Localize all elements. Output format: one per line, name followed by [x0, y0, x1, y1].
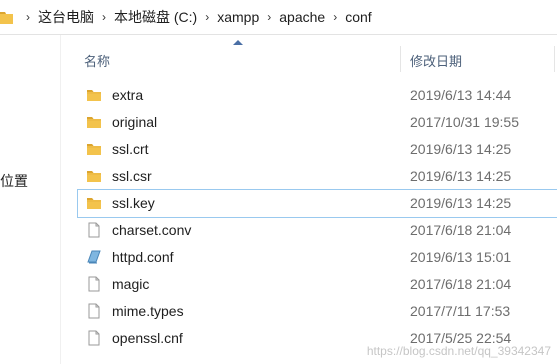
file-row[interactable]: ssl.csr 2019/6/13 14:25 [78, 163, 557, 190]
column-header-row: 名称 修改日期 [74, 46, 557, 72]
breadcrumb-local-disk[interactable]: 本地磁盘 (C:) [114, 7, 197, 27]
column-header-name[interactable]: 名称 [84, 51, 110, 70]
file-row[interactable]: httpd.conf 2019/6/13 15:01 [78, 244, 557, 271]
file-name: ssl.crt [112, 141, 149, 157]
breadcrumb: › 这台电脑 › 本地磁盘 (C:) › xampp › apache › co… [18, 0, 372, 34]
file-date-modified: 2019/6/13 14:25 [410, 195, 512, 211]
watermark-text: https://blog.csdn.net/qq_39342347 [366, 344, 551, 358]
chevron-right-icon[interactable]: › [102, 10, 106, 24]
navigation-pane[interactable]: 位置 [0, 35, 61, 364]
config-file-icon [86, 249, 102, 265]
address-bar[interactable]: › 这台电脑 › 本地磁盘 (C:) › xampp › apache › co… [0, 0, 557, 35]
chevron-right-icon[interactable]: › [26, 10, 30, 24]
file-name: ssl.csr [112, 168, 152, 184]
chevron-right-icon[interactable]: › [205, 10, 209, 24]
file-name: magic [112, 276, 150, 292]
file-row[interactable]: mime.types 2017/7/11 17:53 [78, 298, 557, 325]
folder-icon [0, 12, 13, 24]
file-date-modified: 2017/7/11 17:53 [410, 303, 511, 319]
file-name: extra [112, 87, 144, 103]
file-date-modified: 2017/6/18 21:04 [410, 222, 512, 238]
breadcrumb-xampp[interactable]: xampp [217, 9, 259, 25]
file-row[interactable]: original 2017/10/31 19:55 [78, 109, 557, 136]
file-name: original [112, 114, 158, 130]
file-icon [86, 330, 102, 346]
file-list: extra 2019/6/13 14:44 original 2017/10/31 1… [77, 82, 557, 352]
chevron-right-icon[interactable]: › [333, 10, 337, 24]
file-row[interactable]: ssl.crt 2019/6/13 14:25 [78, 136, 557, 163]
file-row[interactable]: ssl.key 2019/6/13 14:25 [77, 189, 557, 218]
nav-item-label[interactable]: 位置 [0, 171, 28, 191]
file-icon [86, 303, 102, 319]
folder-icon [86, 168, 102, 184]
column-resize-handle[interactable] [554, 46, 555, 72]
file-name: openssl.cnf [112, 330, 183, 346]
file-row[interactable]: extra 2019/6/13 14:44 [78, 82, 557, 109]
folder-icon [86, 195, 102, 211]
breadcrumb-apache[interactable]: apache [279, 9, 325, 25]
file-icon [86, 276, 102, 292]
breadcrumb-conf[interactable]: conf [345, 9, 371, 25]
file-row[interactable]: magic 2017/6/18 21:04 [78, 271, 557, 298]
file-icon [86, 222, 102, 238]
column-resize-handle[interactable] [400, 46, 401, 72]
file-explorer-window: › 这台电脑 › 本地磁盘 (C:) › xampp › apache › co… [0, 0, 557, 364]
breadcrumb-this-pc[interactable]: 这台电脑 [38, 7, 94, 27]
chevron-right-icon[interactable]: › [267, 10, 271, 24]
file-date-modified: 2019/6/13 14:25 [410, 141, 512, 157]
file-date-modified: 2019/6/13 15:01 [410, 249, 512, 265]
file-date-modified: 2017/10/31 19:55 [410, 114, 519, 130]
file-date-modified: 2019/6/13 14:25 [410, 168, 512, 184]
file-name: ssl.key [112, 195, 155, 211]
file-name: httpd.conf [112, 249, 174, 265]
file-row[interactable]: charset.conv 2017/6/18 21:04 [78, 217, 557, 244]
folder-icon [86, 141, 102, 157]
column-header-date-modified[interactable]: 修改日期 [410, 51, 462, 70]
folder-icon [86, 87, 102, 103]
file-date-modified: 2019/6/13 14:44 [410, 87, 512, 103]
file-name: charset.conv [112, 222, 192, 238]
file-date-modified: 2017/6/18 21:04 [410, 276, 512, 292]
file-name: mime.types [112, 303, 184, 319]
folder-icon [86, 114, 102, 130]
sort-ascending-icon [233, 40, 243, 45]
